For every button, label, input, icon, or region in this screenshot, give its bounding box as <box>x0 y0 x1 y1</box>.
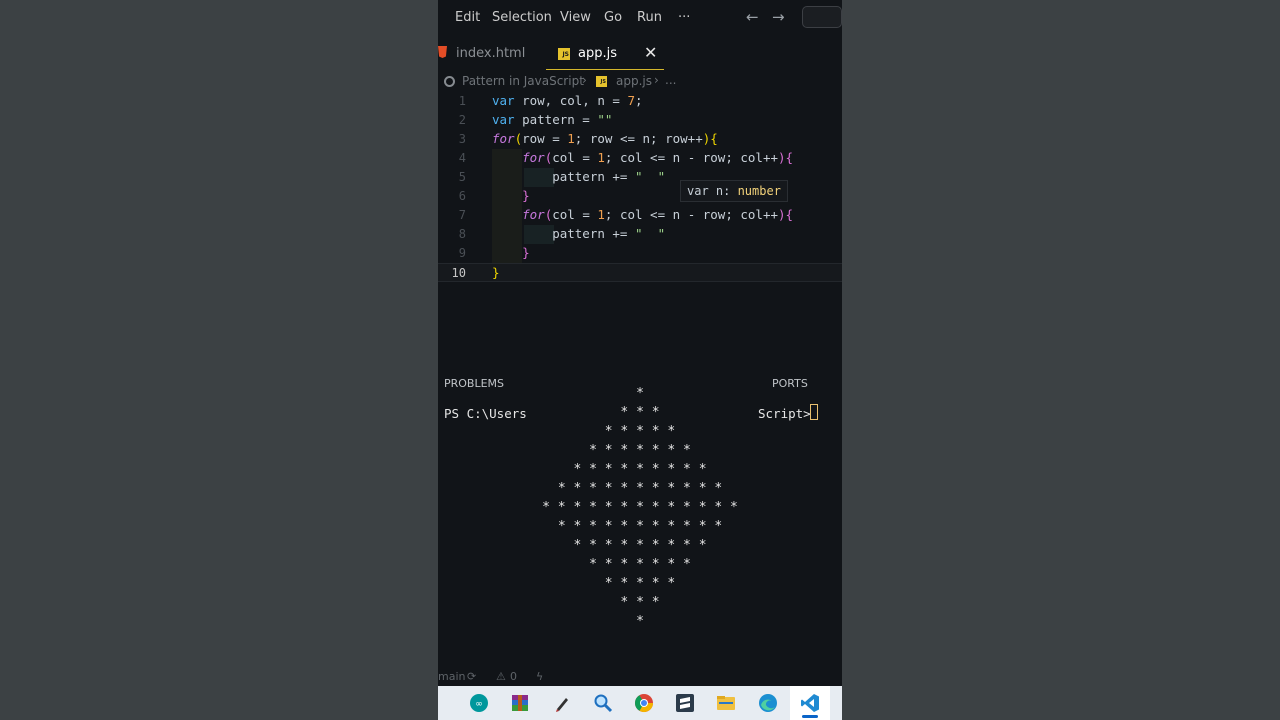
arduino-icon[interactable]: ∞ <box>469 693 489 713</box>
chrome-icon[interactable] <box>634 693 654 713</box>
menu-edit[interactable]: Edit <box>455 10 480 25</box>
breadcrumb-folder[interactable]: Pattern in JavaScript <box>462 74 584 88</box>
menu-run[interactable]: Run <box>637 10 662 25</box>
winrar-icon[interactable] <box>510 693 530 713</box>
code-line: 4 for(col = 1; col <= n - row; col++){ <box>438 149 842 168</box>
pattern-row: * * * * * * * * * * * <box>557 481 723 496</box>
warning-count: 0 <box>510 670 517 683</box>
menu-go[interactable]: Go <box>604 10 622 25</box>
code-text: var row, col, n = 7; <box>492 93 643 108</box>
code-text: for(row = 1; row <= n; row++){ <box>492 131 718 146</box>
pattern-row: * <box>636 614 644 629</box>
pattern-row: * <box>636 386 644 401</box>
breadcrumb-more[interactable]: ... <box>665 73 676 87</box>
menu-selection[interactable]: Selection <box>492 10 552 25</box>
code-text: for(col = 1; col <= n - row; col++){ <box>522 207 794 222</box>
pattern-row: * * * * * * * * * <box>573 462 707 477</box>
sync-icon[interactable]: ⟳ <box>467 670 476 683</box>
pattern-row: * * * * * * * * * <box>573 538 707 553</box>
code-text: pattern += " " <box>492 169 666 184</box>
circle-icon <box>444 76 455 87</box>
line-number: 5 <box>458 170 466 184</box>
svg-text:∞: ∞ <box>475 700 483 710</box>
html5-icon <box>438 46 447 58</box>
search-magnifier-icon[interactable] <box>593 693 613 713</box>
line-number: 8 <box>458 227 466 241</box>
line-number: 2 <box>458 113 466 127</box>
vscode-window: Edit Selection View Go Run ··· ← → index… <box>438 0 842 720</box>
hover-tooltip: var n: number <box>680 180 788 202</box>
pen-icon[interactable] <box>552 693 572 713</box>
line-number: 9 <box>458 246 466 260</box>
back-arrow-icon[interactable]: ← <box>746 8 759 26</box>
terminal-panel: PROBLEMS PORTS PS C:\Users Script> * * *… <box>438 372 842 662</box>
tab-label: app.js <box>578 46 617 61</box>
code-line: 8 pattern += " " <box>438 225 842 244</box>
pattern-row: * * * <box>620 595 660 610</box>
command-center-search[interactable] <box>802 6 842 28</box>
editor-tabs: index.html JS app.js ✕ <box>438 38 842 70</box>
pattern-row: * * * <box>620 405 660 420</box>
code-text: pattern += " " <box>492 226 666 241</box>
close-icon[interactable]: ✕ <box>644 43 657 62</box>
pattern-row: * * * * * <box>604 576 676 591</box>
code-text: } <box>492 265 500 280</box>
warning-icon[interactable]: ⚠ <box>496 670 506 683</box>
menu-view[interactable]: View <box>560 10 591 25</box>
javascript-icon: JS <box>596 76 607 87</box>
pattern-row: * * * * * * * * * * * <box>557 519 723 534</box>
code-editor[interactable]: 1 var row, col, n = 7; 2 var pattern = "… <box>438 92 842 292</box>
menu-bar: Edit Selection View Go Run ··· ← → <box>438 0 842 36</box>
line-number: 7 <box>458 208 466 222</box>
windows-taskbar: ∞ <box>438 686 842 720</box>
line-number: 4 <box>458 151 466 165</box>
menu-more-button[interactable]: ··· <box>678 10 690 25</box>
file-explorer-icon[interactable] <box>716 693 736 713</box>
line-number: 3 <box>458 132 466 146</box>
code-line: 9 } <box>438 244 842 263</box>
code-line: 3 for(row = 1; row <= n; row++){ <box>438 130 842 149</box>
tooltip-type: number <box>737 184 781 198</box>
line-number: 10 <box>451 266 466 280</box>
code-text: } <box>522 245 530 260</box>
pattern-row: * * * * * * * <box>589 443 691 458</box>
edge-icon[interactable] <box>758 693 778 713</box>
tab-index-html[interactable]: index.html <box>438 38 538 70</box>
pattern-row: * * * * * * * * * * * * * <box>542 500 738 515</box>
chevron-right-icon: › <box>654 73 659 87</box>
sublime-icon[interactable] <box>675 693 695 713</box>
breadcrumb: Pattern in JavaScript › JS app.js › ... <box>438 72 842 92</box>
javascript-icon: JS <box>558 48 570 60</box>
pattern-row: * * * * * <box>604 424 676 439</box>
tooltip-prefix: var n: <box>687 184 738 198</box>
code-text: } <box>522 188 530 203</box>
tab-label: index.html <box>456 46 526 61</box>
code-line: 1 var row, col, n = 7; <box>438 92 842 111</box>
branch-name[interactable]: main <box>438 670 465 683</box>
forward-arrow-icon[interactable]: → <box>772 8 785 26</box>
code-line-active: 10 } <box>438 263 842 282</box>
code-line: 2 var pattern = "" <box>438 111 842 130</box>
chevron-right-icon: › <box>582 73 587 87</box>
pattern-row: * * * * * * * <box>589 557 691 572</box>
status-bar: main ⟳ ⚠ 0 ϟ <box>438 666 842 686</box>
breadcrumb-file[interactable]: app.js <box>616 74 652 88</box>
code-line: 7 for(col = 1; col <= n - row; col++){ <box>438 206 842 225</box>
tab-app-js[interactable]: JS app.js ✕ <box>546 38 664 70</box>
code-text: for(col = 1; col <= n - row; col++){ <box>522 150 794 165</box>
line-number: 1 <box>458 94 466 108</box>
code-text: var pattern = "" <box>492 112 613 127</box>
vscode-icon[interactable] <box>800 693 820 713</box>
line-number: 6 <box>458 189 466 203</box>
lightning-icon[interactable]: ϟ <box>536 670 543 683</box>
